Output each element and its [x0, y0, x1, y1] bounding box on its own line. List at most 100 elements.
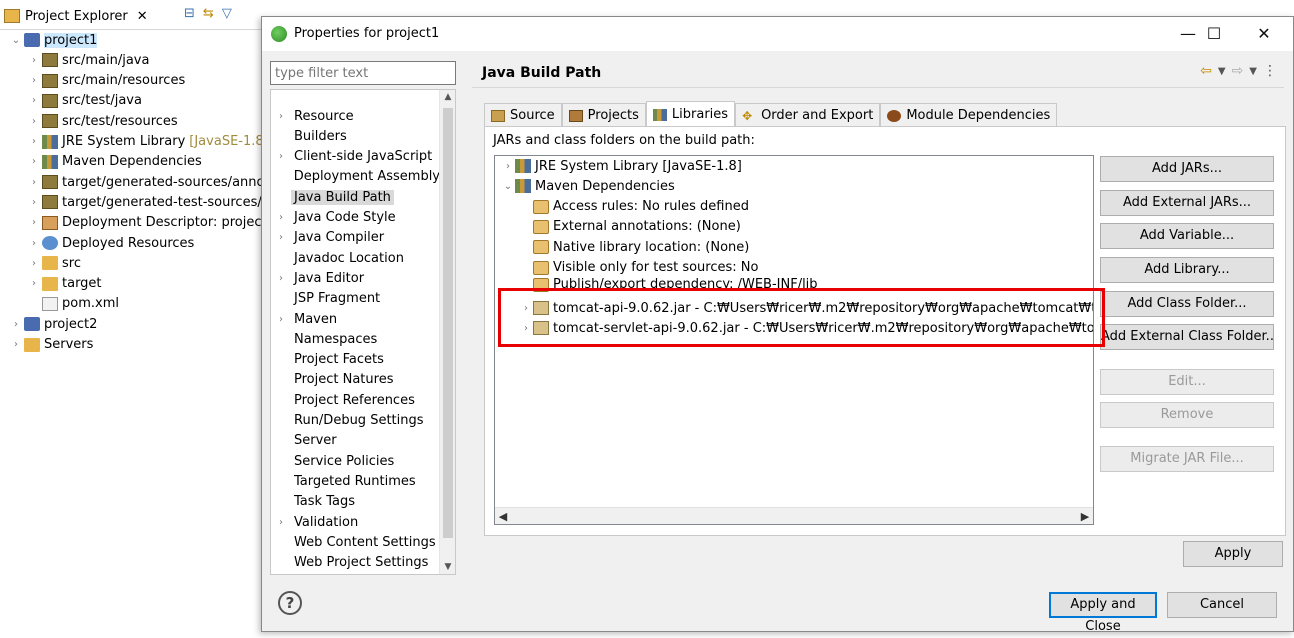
help-icon[interactable]: ? [278, 591, 302, 615]
migrate-jar-button[interactable]: Migrate JAR File... [1100, 446, 1274, 472]
chevron-right-icon[interactable]: › [271, 273, 291, 284]
property-page-item[interactable]: › Maven [271, 309, 443, 329]
property-page-item[interactable]: Javadoc Location [271, 248, 443, 268]
chevron-right-icon[interactable]: › [501, 161, 515, 172]
property-page-item[interactable]: Deployment Assembly [271, 167, 443, 187]
explorer-tree-item[interactable]: › target/generated-sources/annota [28, 172, 278, 192]
apply-button[interactable]: Apply [1183, 541, 1283, 567]
chevron-right-icon[interactable]: › [519, 323, 533, 334]
forward-menu-icon[interactable]: ▼ [1249, 63, 1257, 81]
property-page-item[interactable]: Builders [271, 126, 443, 146]
library-entry[interactable]: › tomcat-api-9.0.62.jar - C:₩Users₩ricer₩… [519, 298, 1093, 318]
chevron-right-icon[interactable]: › [28, 177, 40, 188]
filter-icon[interactable]: ▽ [222, 6, 232, 21]
project-explorer-tab[interactable]: Project Explorer ✕ [4, 4, 148, 28]
property-page-item[interactable]: Project References [271, 390, 443, 410]
chevron-right-icon[interactable]: › [28, 136, 40, 147]
libraries-tree[interactable]: › JRE System Library [JavaSE-1.8] ⌄ Maven D… [494, 155, 1094, 525]
property-page-item[interactable]: › Java Compiler [271, 228, 443, 248]
explorer-tree-item[interactable]: pom.xml [28, 294, 119, 314]
collapse-all-icon[interactable]: ⊟ [184, 6, 195, 21]
property-page-item[interactable]: › Java Code Style [271, 208, 443, 228]
add-variable-button[interactable]: Add Variable... [1100, 223, 1274, 249]
chevron-right-icon[interactable]: › [10, 339, 22, 350]
property-page-item[interactable]: Server [271, 431, 443, 451]
property-page-item[interactable]: Web Content Settings [271, 532, 443, 552]
chevron-right-icon[interactable]: › [28, 197, 40, 208]
explorer-tree-item[interactable]: › target/generated-test-sources/te [28, 192, 275, 212]
explorer-tree-item[interactable]: › src/test/resources [28, 111, 178, 131]
library-entry[interactable]: Native library location: (None) [519, 237, 749, 257]
view-menu-icon[interactable]: ⋮ [1263, 63, 1277, 81]
back-menu-icon[interactable]: ▼ [1218, 63, 1226, 81]
property-page-item[interactable]: Project Natures [271, 370, 443, 390]
add-library-button[interactable]: Add Library... [1100, 257, 1274, 283]
explorer-tree-item[interactable]: ⌄ project1 [10, 30, 98, 50]
tab-source[interactable]: Source [484, 103, 562, 127]
library-entry[interactable]: External annotations: (None) [519, 217, 741, 237]
chevron-right-icon[interactable]: › [271, 151, 291, 162]
chevron-right-icon[interactable]: › [28, 217, 40, 228]
scroll-up-icon[interactable]: ▲ [440, 92, 455, 102]
apply-and-close-button[interactable]: Apply and Close [1049, 592, 1157, 634]
chevron-right-icon[interactable]: › [28, 258, 40, 269]
remove-button[interactable]: Remove [1100, 402, 1274, 428]
property-page-item[interactable]: › Java Editor [271, 268, 443, 288]
property-page-item[interactable]: Web Project Settings [271, 553, 443, 573]
forward-icon[interactable]: ⇨ [1232, 63, 1244, 81]
scroll-down-icon[interactable]: ▼ [440, 562, 455, 572]
property-page-item[interactable]: Service Policies [271, 451, 443, 471]
close-icon[interactable]: ✕ [137, 9, 148, 24]
explorer-tree-item[interactable]: › src/test/java [28, 91, 142, 111]
explorer-tree-item[interactable]: › src/main/resources [28, 71, 185, 91]
chevron-right-icon[interactable]: › [28, 116, 40, 127]
explorer-tree-item[interactable]: › Maven Dependencies [28, 152, 202, 172]
property-page-item[interactable]: Project Facets [271, 350, 443, 370]
explorer-tree-item[interactable]: › JRE System Library [JavaSE-1.8] [28, 132, 269, 152]
explorer-tree-item[interactable]: › target [28, 274, 102, 294]
nav-scrollbar[interactable]: ▲ ▼ [439, 90, 455, 574]
scroll-left-icon[interactable]: ◀ [495, 508, 511, 524]
cancel-button[interactable]: Cancel [1167, 592, 1277, 618]
explorer-tree-item[interactable]: › Deployment Descriptor: project1 [28, 213, 275, 233]
tab-module-dependencies[interactable]: Module Dependencies [880, 103, 1058, 127]
property-page-item[interactable]: JSP Fragment [271, 289, 443, 309]
property-page-item[interactable]: Run/Debug Settings [271, 411, 443, 431]
add-external-class-folder-button[interactable]: Add External Class Folder... [1100, 324, 1274, 350]
property-page-item[interactable]: › Resource [271, 106, 443, 126]
chevron-right-icon[interactable]: › [28, 278, 40, 289]
property-page-item[interactable]: › Validation [271, 512, 443, 532]
chevron-right-icon[interactable]: › [271, 232, 291, 243]
property-page-item[interactable]: Task Tags [271, 492, 443, 512]
tab-projects[interactable]: Projects [561, 103, 646, 127]
property-page-item[interactable]: Targeted Runtimes [271, 471, 443, 491]
add-class-folder-button[interactable]: Add Class Folder... [1100, 291, 1274, 317]
chevron-right-icon[interactable]: › [10, 319, 22, 330]
chevron-right-icon[interactable]: › [271, 517, 291, 528]
chevron-right-icon[interactable]: › [28, 75, 40, 86]
window-close-icon[interactable]: ✕ [1244, 21, 1284, 47]
library-entry[interactable]: Access rules: No rules defined [519, 197, 749, 217]
libraries-hscrollbar[interactable]: ◀ ▶ [495, 507, 1093, 524]
scroll-right-icon[interactable]: ▶ [1077, 508, 1093, 524]
edit-button[interactable]: Edit... [1100, 369, 1274, 395]
chevron-down-icon[interactable]: ⌄ [501, 181, 515, 192]
explorer-tree-item[interactable]: › Servers [10, 335, 93, 355]
library-entry[interactable]: Visible only for test sources: No [519, 258, 758, 278]
filter-input[interactable] [270, 61, 456, 85]
property-page-item[interactable]: › Client-side JavaScript [271, 147, 443, 167]
back-icon[interactable]: ⇦ [1200, 63, 1212, 81]
chevron-right-icon[interactable]: › [28, 55, 40, 66]
library-entry[interactable]: Publish/export dependency: /WEB-INF/lib [519, 277, 818, 292]
chevron-down-icon[interactable]: ⌄ [10, 35, 22, 46]
chevron-right-icon[interactable]: › [28, 156, 40, 167]
chevron-right-icon[interactable]: › [28, 95, 40, 106]
nav-scroll-thumb[interactable] [443, 108, 453, 538]
chevron-right-icon[interactable]: › [271, 212, 291, 223]
chevron-right-icon[interactable]: › [519, 303, 533, 314]
chevron-right-icon[interactable]: › [28, 238, 40, 249]
chevron-right-icon[interactable]: › [271, 111, 291, 122]
property-page-item[interactable]: Java Build Path [271, 187, 443, 207]
explorer-tree-item[interactable]: › Deployed Resources [28, 233, 194, 253]
link-with-editor-icon[interactable]: ⇆ [203, 6, 214, 21]
